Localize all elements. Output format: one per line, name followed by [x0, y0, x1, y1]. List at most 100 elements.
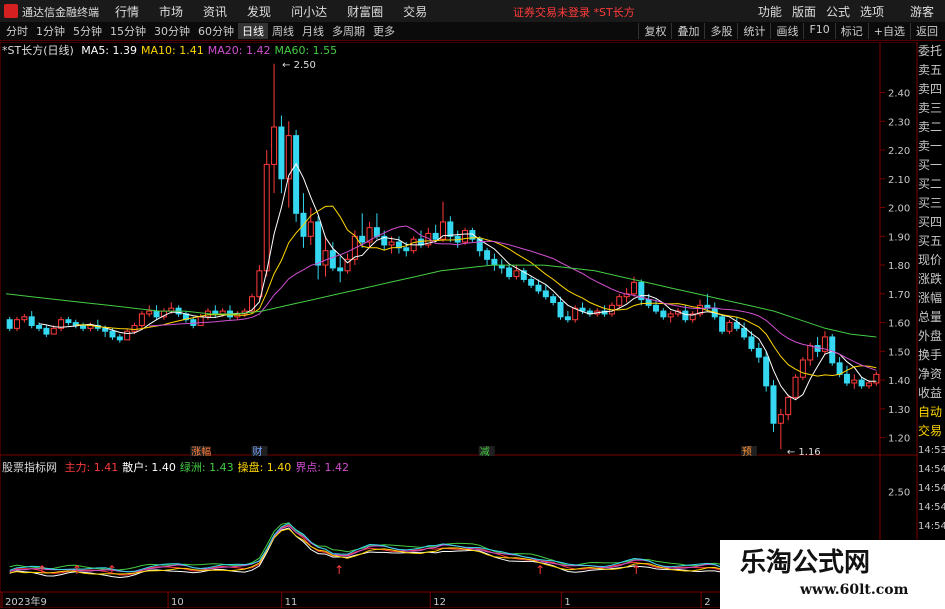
- candle-body: [138, 313, 145, 326]
- y-tick-label: 1.30: [888, 405, 910, 416]
- sidebar-item-22[interactable]: 14:54: [918, 460, 945, 479]
- period-tab-2[interactable]: 5分钟: [69, 23, 106, 39]
- sidebar-item-10[interactable]: 买五: [918, 232, 945, 251]
- sidebar-item-5[interactable]: 卖一: [918, 137, 945, 156]
- period-tab-6[interactable]: 日线: [238, 23, 268, 39]
- period-tab-1[interactable]: 1分钟: [32, 23, 69, 39]
- period-tab-7[interactable]: 周线: [268, 23, 298, 39]
- event-marker[interactable]: 减: [480, 446, 490, 458]
- menu-item-3[interactable]: 发现: [237, 3, 281, 20]
- y-tick-label: 1.50: [888, 347, 910, 358]
- candle-body: [630, 281, 637, 295]
- sidebar-item-7[interactable]: 买二: [918, 175, 945, 194]
- period-tab-0[interactable]: 分时: [2, 23, 32, 39]
- candle-body: [506, 267, 513, 278]
- period-tab-8[interactable]: 月线: [298, 23, 328, 39]
- sidebar-item-25[interactable]: 14:54: [918, 517, 945, 536]
- sidebar-item-20[interactable]: 交易: [918, 422, 945, 441]
- candle-body: [109, 330, 116, 338]
- guest-label[interactable]: 游客: [905, 3, 939, 20]
- candle-body: [741, 327, 748, 338]
- y-tick-label: 2.10: [888, 175, 910, 186]
- sidebar-item-1[interactable]: 卖五: [918, 61, 945, 80]
- period-tab-3[interactable]: 15分钟: [106, 23, 150, 39]
- ma5-line: [39, 162, 877, 401]
- sidebar-item-17[interactable]: 净资: [918, 365, 945, 384]
- event-marker[interactable]: 预: [742, 446, 752, 458]
- sidebar-item-21[interactable]: 14:53: [918, 441, 945, 460]
- candle-body: [843, 373, 850, 384]
- tool-button-1[interactable]: 叠加: [671, 23, 704, 39]
- period-tab-9[interactable]: 多周期: [328, 23, 369, 39]
- period-tab-4[interactable]: 30分钟: [150, 23, 194, 39]
- candle-body: [6, 319, 13, 329]
- sidebar-item-2[interactable]: 卖四: [918, 80, 945, 99]
- sidebar-item-23[interactable]: 14:54: [918, 479, 945, 498]
- sidebar-item-3[interactable]: 卖三: [918, 99, 945, 118]
- candle-body: [329, 250, 336, 269]
- sidebar-item-13[interactable]: 涨幅: [918, 289, 945, 308]
- y-tick-label: 1.60: [888, 319, 910, 330]
- sidebar-item-24[interactable]: 14:54: [918, 498, 945, 517]
- right-menu-item-0[interactable]: 功能: [753, 3, 787, 20]
- candle-body: [65, 319, 72, 324]
- sidebar-item-14[interactable]: 总量: [918, 308, 945, 327]
- app-logo-icon: [4, 4, 18, 18]
- tool-button-5[interactable]: F10: [803, 23, 834, 39]
- sidebar-item-11[interactable]: 现价: [918, 251, 945, 270]
- candle-body: [792, 376, 799, 398]
- right-menu-item-2[interactable]: 公式: [821, 3, 855, 20]
- period-tab-10[interactable]: 更多: [369, 23, 399, 39]
- sidebar-item-19[interactable]: 自动: [918, 403, 945, 422]
- menu-item-5[interactable]: 财富圈: [337, 3, 393, 20]
- y-tick-label: 1.20: [888, 434, 910, 445]
- tool-button-3[interactable]: 统计: [737, 23, 770, 39]
- candle-body: [748, 336, 755, 349]
- candle-body: [807, 345, 814, 361]
- candle-body: [14, 319, 21, 329]
- y-tick-label: 2.30: [888, 117, 910, 128]
- sidebar-item-6[interactable]: 买一: [918, 156, 945, 175]
- event-marker[interactable]: 财: [252, 445, 262, 458]
- candle-body: [307, 221, 314, 237]
- sidebar-item-15[interactable]: 外盘: [918, 327, 945, 346]
- event-marker[interactable]: 涨幅: [191, 445, 211, 458]
- sidebar-item-4[interactable]: 卖二: [918, 118, 945, 137]
- candle-body: [124, 330, 131, 341]
- ind-tick-label: 2.50: [888, 488, 910, 499]
- period-toolbar: 分时 1分钟 5分钟 15分钟 30分钟 60分钟 日线 周线 月线 多周期 更多 复权 叠加 多股 统计…: [0, 22, 945, 41]
- menu-item-4[interactable]: 问小达: [281, 3, 337, 20]
- candle-body: [28, 316, 35, 326]
- sidebar-item-8[interactable]: 买三: [918, 194, 945, 213]
- indicator-name: 股票指标网: [2, 461, 57, 474]
- tool-button-7[interactable]: +自选: [867, 23, 910, 39]
- y-tick-label: 1.40: [888, 376, 910, 387]
- sidebar-item-16[interactable]: 换手: [918, 346, 945, 365]
- sidebar-item-9[interactable]: 买四: [918, 213, 945, 232]
- period-tab-5[interactable]: 60分钟: [194, 23, 238, 39]
- quote-sidebar: 委托 卖五 卖四 卖三 卖二 卖一 买一 买二 买三 买四 买五 现价 涨跌 涨幅 总量 外盘 换手 净资 收益 自动…: [918, 42, 945, 593]
- ma-label-3: MA60: 1.55: [274, 44, 338, 57]
- app-title: 通达信金融终端: [22, 6, 99, 19]
- sidebar-item-0[interactable]: 委托: [918, 42, 945, 61]
- right-menu-item-1[interactable]: 版面: [787, 3, 821, 20]
- tool-button-4[interactable]: 画线: [770, 23, 803, 39]
- tool-button-6[interactable]: 标记: [834, 23, 868, 39]
- menu-item-1[interactable]: 市场: [149, 3, 193, 20]
- tool-button-8[interactable]: 返回: [910, 23, 943, 39]
- kline-chart[interactable]: 1.20 1.30 1.40 1.50 1.60 1.70 1.80 1.90 2.00 2.10…: [0, 42, 945, 608]
- tool-button-2[interactable]: 多股: [704, 23, 737, 39]
- menu-item-0[interactable]: 行情: [105, 3, 149, 20]
- buy-arrow-icon: ↑: [334, 563, 344, 577]
- ma-label-1: MA10: 1.41: [141, 44, 204, 57]
- menu-item-6[interactable]: 交易: [393, 3, 437, 20]
- menu-item-2[interactable]: 资讯: [193, 3, 237, 20]
- candle-body: [462, 230, 469, 243]
- x-tick-label: 10: [171, 597, 184, 608]
- tool-button-0[interactable]: 复权: [638, 23, 671, 39]
- y-tick-label: 2.20: [888, 146, 910, 157]
- sidebar-item-12[interactable]: 涨跌: [918, 270, 945, 289]
- right-menu-item-3[interactable]: 选项: [855, 3, 889, 20]
- sidebar-item-18[interactable]: 收益: [918, 384, 945, 403]
- candle-body: [770, 385, 777, 424]
